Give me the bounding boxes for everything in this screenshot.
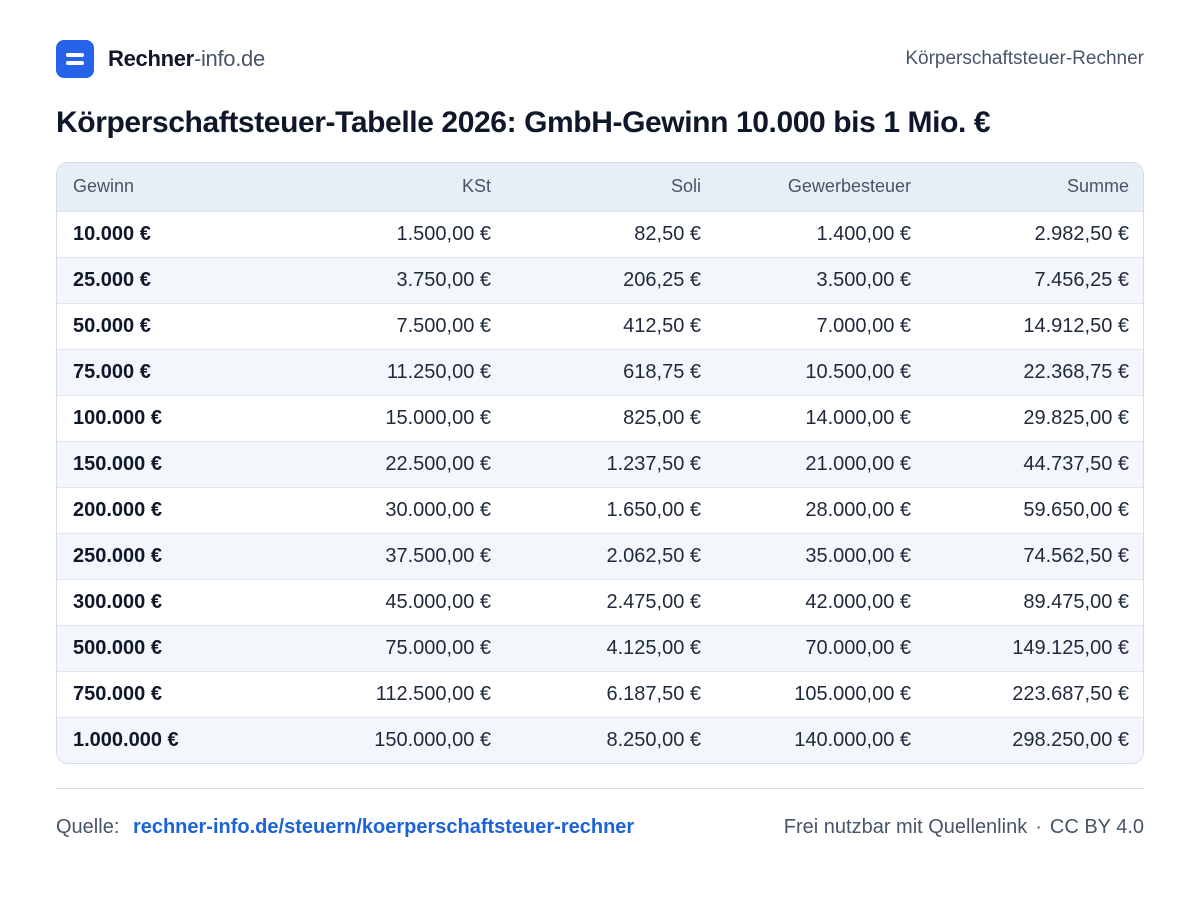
cell-summe: 59.650,00 €: [1023, 498, 1129, 521]
cell-kst: 1.500,00 €: [396, 222, 491, 245]
cell-gewinn: 150.000 €: [73, 452, 162, 475]
separator-dot: ·: [1035, 815, 1042, 838]
page-title: Körperschaftsteuer-Tabelle 2026: GmbH-Ge…: [56, 106, 991, 139]
source-link[interactable]: rechner-info.de/steuern/koerperschaftste…: [133, 816, 634, 838]
calculator-name: Körperschaftsteuer-Rechner: [905, 48, 1144, 69]
column-header-gewinn: Gewinn: [73, 176, 135, 197]
source-info: Quelle: rechner-info.de/steuern/koerpers…: [56, 816, 634, 839]
brand-name-strong: Rechner: [108, 46, 194, 71]
tax-table-container: Gewinn KSt Soli Gewerbesteuer Summe 10.0…: [56, 162, 1144, 764]
cell-gewerbesteuer: 21.000,00 €: [805, 452, 911, 475]
cell-soli: 8.250,00 €: [606, 728, 701, 751]
cell-kst: 112.500,00 €: [375, 682, 491, 705]
cell-soli: 2.475,00 €: [606, 590, 701, 613]
table-row: 750.000 € 112.500,00 € 6.187,50 € 105.000,0…: [57, 671, 1143, 717]
table-row: 250.000 € 37.500,00 € 2.062,50 € 35.000,00 …: [57, 533, 1143, 579]
table-row: 200.000 € 30.000,00 € 1.650,00 € 28.000,00 …: [57, 487, 1143, 533]
cell-gewinn: 500.000 €: [73, 636, 162, 659]
column-header-summe: Summe: [1066, 176, 1129, 197]
cell-summe: 2.982,50 €: [1034, 222, 1129, 245]
license-badge: CC BY 4.0: [1049, 815, 1144, 838]
cell-soli: 1.237,50 €: [606, 452, 701, 475]
column-header-kst: KSt: [461, 176, 491, 197]
column-header-gewerbesteuer: Gewerbesteuer: [787, 176, 911, 197]
cell-gewerbesteuer: 1.400,00 €: [816, 222, 911, 245]
cell-gewerbesteuer: 3.500,00 €: [816, 268, 911, 291]
cell-gewinn: 1.000.000 €: [73, 728, 179, 751]
cell-gewerbesteuer: 14.000,00 €: [805, 406, 911, 429]
cell-summe: 22.368,75 €: [1023, 360, 1129, 383]
cell-soli: 2.062,50 €: [606, 544, 701, 567]
cell-gewerbesteuer: 28.000,00 €: [805, 498, 911, 521]
cell-kst: 45.000,00 €: [385, 590, 491, 613]
cell-gewerbesteuer: 10.500,00 €: [805, 360, 911, 383]
cell-gewerbesteuer: 140.000,00 €: [794, 728, 911, 751]
cell-soli: 206,25 €: [623, 268, 701, 291]
cell-summe: 44.737,50 €: [1023, 452, 1129, 475]
cell-summe: 29.825,00 €: [1023, 406, 1129, 429]
cell-kst: 3.750,00 €: [396, 268, 491, 291]
cell-gewinn: 75.000 €: [73, 360, 151, 383]
cell-gewerbesteuer: 70.000,00 €: [805, 636, 911, 659]
table-row: 150.000 € 22.500,00 € 1.237,50 € 21.000,00 …: [57, 441, 1143, 487]
cell-gewinn: 750.000 €: [73, 682, 162, 705]
cell-gewinn: 200.000 €: [73, 498, 162, 521]
cell-soli: 1.650,00 €: [606, 498, 701, 521]
cell-kst: 11.250,00 €: [386, 360, 491, 383]
tax-table: Gewinn KSt Soli Gewerbesteuer Summe 10.0…: [57, 163, 1143, 763]
table-body: 10.000 € 1.500,00 € 82,50 € 1.400,00 € 2.982…: [57, 211, 1143, 763]
logo-icon: [56, 40, 94, 78]
site-header: Rechner-info.de Körperschaftsteuer-Rechn…: [56, 40, 1144, 78]
cell-gewinn: 25.000 €: [73, 268, 151, 291]
cell-summe: 223.687,50 €: [1012, 682, 1129, 705]
brand[interactable]: Rechner-info.de: [56, 40, 265, 78]
brand-name-light: -info.de: [193, 46, 265, 71]
license-text: Frei nutzbar mit Quellenlink: [783, 815, 1028, 838]
cell-summe: 74.562,50 €: [1023, 544, 1129, 567]
license-info: Frei nutzbar mit Quellenlink · CC BY 4.0: [784, 816, 1144, 839]
cell-gewinn: 10.000 €: [73, 222, 151, 245]
cell-gewerbesteuer: 105.000,00 €: [794, 682, 911, 705]
cell-soli: 4.125,00 €: [606, 636, 701, 659]
cell-soli: 82,50 €: [634, 222, 701, 245]
cell-gewinn: 300.000 €: [73, 590, 162, 613]
cell-soli: 825,00 €: [623, 406, 701, 429]
cell-gewerbesteuer: 42.000,00 €: [805, 590, 911, 613]
cell-summe: 89.475,00 €: [1023, 590, 1129, 613]
cell-kst: 22.500,00 €: [385, 452, 491, 475]
table-row: 50.000 € 7.500,00 € 412,50 € 7.000,00 € 14.9…: [57, 303, 1143, 349]
column-header-soli: Soli: [670, 176, 701, 197]
cell-kst: 37.500,00 €: [385, 544, 491, 567]
cell-summe: 14.912,50 €: [1023, 314, 1129, 337]
brand-name: Rechner-info.de: [108, 46, 265, 72]
cell-kst: 7.500,00 €: [396, 314, 491, 337]
cell-gewinn: 50.000 €: [73, 314, 151, 337]
cell-summe: 7.456,25 €: [1034, 268, 1129, 291]
cell-summe: 149.125,00 €: [1012, 636, 1129, 659]
source-label: Quelle:: [56, 815, 120, 838]
table-row: 1.000.000 € 150.000,00 € 8.250,00 € 140.000…: [57, 717, 1143, 763]
page-footer: Quelle: rechner-info.de/steuern/koerpers…: [56, 812, 1144, 842]
cell-gewinn: 100.000 €: [73, 406, 162, 429]
cell-gewerbesteuer: 7.000,00 €: [816, 314, 911, 337]
table-header-row: Gewinn KSt Soli Gewerbesteuer Summe: [57, 163, 1143, 211]
table-row: 100.000 € 15.000,00 € 825,00 € 14.000,00 € 2…: [57, 395, 1143, 441]
cell-soli: 412,50 €: [623, 314, 701, 337]
cell-kst: 30.000,00 €: [385, 498, 491, 521]
cell-soli: 618,75 €: [623, 360, 701, 383]
table-row: 25.000 € 3.750,00 € 206,25 € 3.500,00 € 7.45…: [57, 257, 1143, 303]
cell-gewerbesteuer: 35.000,00 €: [805, 544, 911, 567]
table-row: 75.000 € 11.250,00 € 618,75 € 10.500,00 € 22…: [57, 349, 1143, 395]
footer-divider: [56, 788, 1144, 789]
table-row: 300.000 € 45.000,00 € 2.475,00 € 42.000,00 …: [57, 579, 1143, 625]
cell-gewinn: 250.000 €: [73, 544, 162, 567]
cell-soli: 6.187,50 €: [606, 682, 701, 705]
table-row: 10.000 € 1.500,00 € 82,50 € 1.400,00 € 2.982…: [57, 211, 1143, 257]
cell-kst: 15.000,00 €: [385, 406, 491, 429]
cell-summe: 298.250,00 €: [1012, 728, 1129, 751]
cell-kst: 150.000,00 €: [374, 728, 491, 751]
cell-kst: 75.000,00 €: [385, 636, 491, 659]
table-row: 500.000 € 75.000,00 € 4.125,00 € 70.000,00 …: [57, 625, 1143, 671]
